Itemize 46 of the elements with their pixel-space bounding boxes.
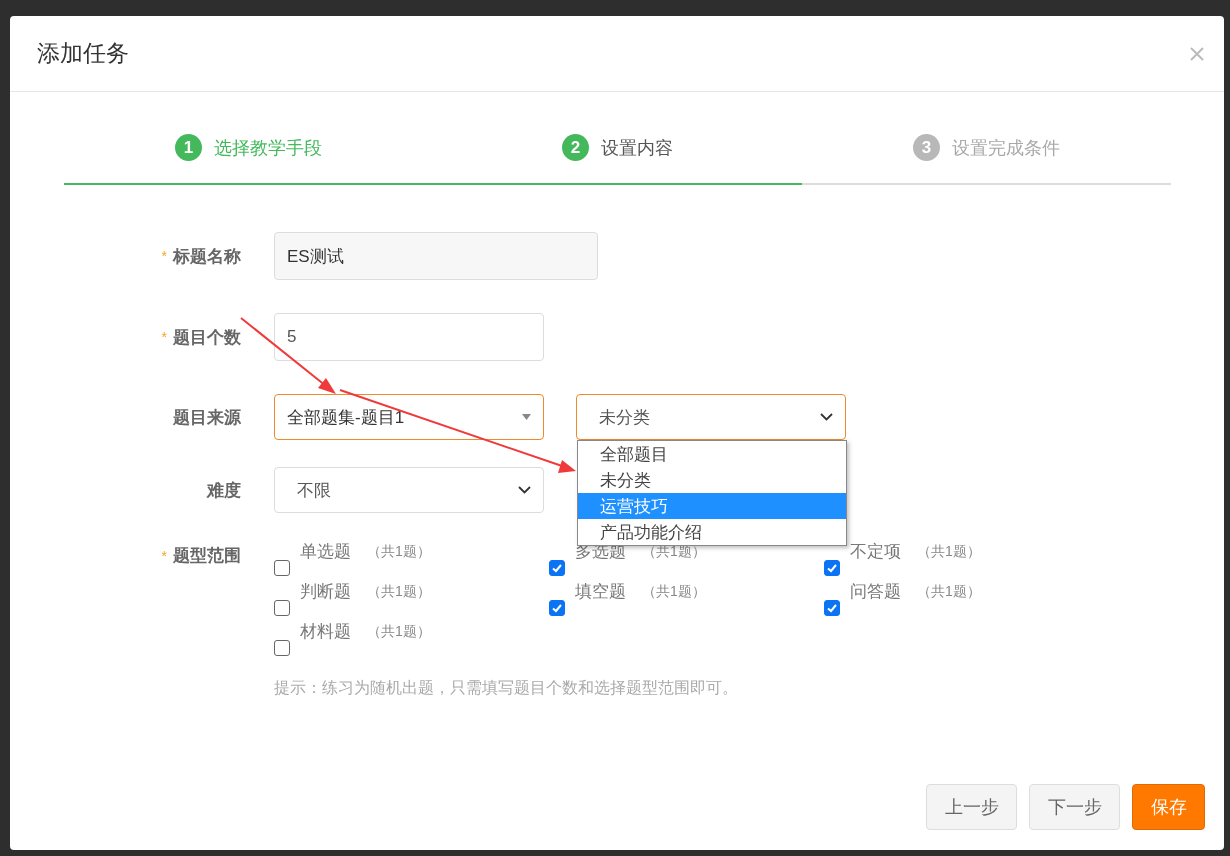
step-number: 3 bbox=[913, 134, 940, 161]
text-field[interactable]: ES测试 bbox=[274, 232, 598, 280]
required-mark: * bbox=[161, 329, 167, 345]
step-number: 2 bbox=[562, 134, 589, 161]
dropdown-option[interactable]: 未分类 bbox=[578, 467, 846, 493]
question-count: （共1题） bbox=[642, 582, 706, 601]
checkbox[interactable] bbox=[274, 560, 290, 576]
field-label: 标题名称 bbox=[173, 245, 241, 268]
field-label: 题目来源 bbox=[173, 406, 241, 429]
field-label: 难度 bbox=[207, 479, 241, 502]
question-count: （共1题） bbox=[917, 582, 981, 601]
dialog-title: 添加任务 bbox=[37, 39, 129, 68]
select-field[interactable]: 不限 bbox=[274, 467, 544, 513]
question-type-label: 问答题 bbox=[850, 581, 901, 603]
checkbox[interactable] bbox=[274, 600, 290, 616]
select-field[interactable]: 未分类 bbox=[576, 394, 846, 440]
required-mark: * bbox=[161, 547, 167, 564]
text-field[interactable]: 5 bbox=[274, 313, 544, 361]
dropdown-triangle-icon bbox=[522, 414, 531, 420]
question-count: （共1题） bbox=[367, 582, 431, 601]
chevron-down-icon bbox=[518, 486, 531, 494]
required-mark: * bbox=[161, 248, 167, 264]
step-label[interactable]: 设置内容 bbox=[601, 135, 673, 160]
step-button[interactable]: 上一步 bbox=[926, 784, 1017, 830]
question-type-label: 填空题 bbox=[575, 581, 626, 603]
chevron-down-icon bbox=[820, 413, 833, 421]
question-type-label: 单选题 bbox=[300, 541, 351, 563]
hint-text: 提示：练习为随机出题，只需填写题目个数和选择题型范围即可。 bbox=[274, 678, 739, 698]
question-count: （共1题） bbox=[367, 622, 431, 641]
dropdown-option[interactable]: 产品功能介绍 bbox=[578, 519, 846, 545]
dropdown-option[interactable]: 全部题目 bbox=[578, 441, 846, 467]
checkbox[interactable] bbox=[549, 560, 565, 576]
field-label: 题型范围 bbox=[173, 545, 241, 567]
question-count: （共1题） bbox=[367, 542, 431, 561]
step-number: 1 bbox=[175, 134, 202, 161]
question-type-label: 判断题 bbox=[300, 581, 351, 603]
question-count: （共1题） bbox=[917, 542, 981, 561]
checkbox[interactable] bbox=[824, 600, 840, 616]
question-type-label: 不定项 bbox=[850, 541, 901, 563]
step-button[interactable]: 下一步 bbox=[1029, 784, 1120, 830]
question-type-label: 材料题 bbox=[300, 621, 351, 643]
checkbox[interactable] bbox=[824, 560, 840, 576]
checkbox[interactable] bbox=[274, 640, 290, 656]
field-label: 题目个数 bbox=[173, 326, 241, 349]
select-field[interactable]: 全部题集-题目1 bbox=[274, 394, 544, 440]
checkbox[interactable] bbox=[549, 600, 565, 616]
